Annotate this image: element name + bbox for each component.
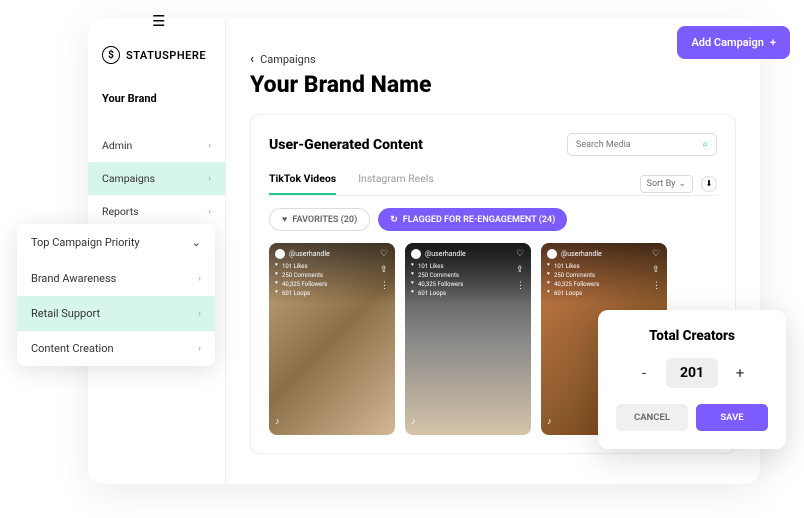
tab-tiktok[interactable]: TikTok Videos [269,172,336,195]
chip-favorites[interactable]: ♥FAVORITES (20) [269,208,370,231]
sidebar-item-campaigns[interactable]: Campaigns › [88,162,225,195]
heart-icon[interactable]: ♡ [652,249,661,259]
priority-dropdown: Top Campaign Priority⌄ Brand Awareness› … [17,224,215,366]
heart-icon[interactable]: ♡ [516,249,525,259]
chevron-right-icon: › [198,344,201,354]
search-icon[interactable]: ⌕ [702,139,708,150]
increment-button[interactable]: + [730,364,750,382]
video-tile[interactable]: @userhandle 101 Likes 250 Comments 40,32… [269,243,395,435]
chevron-right-icon: › [208,141,211,151]
more-icon[interactable]: ⋮ [516,281,525,291]
total-creators-modal: Total Creators - 201 + CANCEL SAVE [598,310,786,449]
video-overlay: @userhandle 101 Likes 250 Comments 40,32… [269,243,395,304]
logo: $ STATUSPHERE [88,46,225,84]
chevron-right-icon: › [198,274,201,284]
chevron-right-icon: › [208,207,211,217]
more-icon[interactable]: ⋮ [380,281,389,291]
download-icon[interactable]: ⬇ [701,176,717,192]
dropdown-header[interactable]: Top Campaign Priority⌄ [17,224,215,261]
tiktok-icon: ♪ [275,416,280,427]
filter-chips: ♥FAVORITES (20) ↻FLAGGED FOR RE-ENGAGEME… [269,208,717,231]
chevron-right-icon: › [198,309,201,319]
card-title: User-Generated Content [269,137,423,153]
add-campaign-button[interactable]: Add Campaign + [677,26,790,59]
hamburger-icon[interactable]: ☰ [152,12,165,30]
sidebar-item-label: Campaigns [102,172,155,185]
sort-controls: Sort By⌄ ⬇ [640,175,717,193]
video-handle: @userhandle [425,250,466,258]
modal-actions: CANCEL SAVE [616,404,768,431]
sidebar-item-label: Reports [102,205,139,218]
back-icon[interactable]: ‹ [250,52,254,67]
more-icon[interactable]: ⋮ [652,281,661,291]
avatar-icon [275,249,285,259]
card-header: User-Generated Content ⌕ [269,133,717,156]
breadcrumb-label: Campaigns [260,53,316,66]
heart-icon: ♥ [282,214,287,225]
tiktok-icon: ♪ [547,416,552,427]
video-tile[interactable]: @userhandle 101 Likes250 Comments40,325 … [405,243,531,435]
video-handle: @userhandle [289,250,330,258]
page-title: Your Brand Name [250,71,736,98]
stepper-value: 201 [666,358,718,388]
decrement-button[interactable]: - [634,364,654,382]
breadcrumb[interactable]: ‹ Campaigns [250,52,736,67]
tab-instagram[interactable]: Instagram Reels [358,172,434,195]
sidebar-nav: Admin › Campaigns › Reports › [88,129,225,228]
logo-icon: $ [102,46,120,64]
avatar-icon [411,249,421,259]
sort-by-button[interactable]: Sort By⌄ [640,175,693,193]
dropdown-item-content-creation[interactable]: Content Creation› [17,331,215,366]
heart-icon[interactable]: ♡ [380,249,389,259]
plus-icon: + [770,36,776,49]
save-button[interactable]: SAVE [696,404,768,431]
dropdown-item-brand-awareness[interactable]: Brand Awareness› [17,261,215,296]
logo-text: STATUSPHERE [126,49,206,62]
chip-flagged[interactable]: ↻FLAGGED FOR RE-ENGAGEMENT (24) [378,208,567,231]
share-icon[interactable]: ⇪ [516,265,525,275]
cancel-button[interactable]: CANCEL [616,404,688,431]
dropdown-item-retail-support[interactable]: Retail Support› [17,296,215,331]
tabs-row: TikTok Videos Instagram Reels Sort By⌄ ⬇ [269,172,717,196]
modal-title: Total Creators [616,328,768,344]
tiktok-icon: ♪ [411,416,416,427]
share-icon[interactable]: ⇪ [652,265,661,275]
tabs: TikTok Videos Instagram Reels [269,172,434,195]
chevron-down-icon: ⌄ [678,179,686,189]
sidebar-item-label: Admin [102,139,132,152]
search-input-wrapper[interactable]: ⌕ [567,133,717,156]
refresh-icon: ↻ [390,215,398,225]
share-icon[interactable]: ⇪ [380,265,389,275]
quantity-stepper: - 201 + [616,358,768,388]
avatar-icon [547,249,557,259]
sidebar-item-admin[interactable]: Admin › [88,129,225,162]
brand-label: Your Brand [88,84,225,113]
video-handle: @userhandle [561,250,602,258]
search-input[interactable] [576,140,702,150]
chevron-right-icon: › [208,174,211,184]
video-stats: 101 Likes 250 Comments 40,325 Followers … [275,262,389,298]
chevron-down-icon: ⌄ [192,236,201,249]
